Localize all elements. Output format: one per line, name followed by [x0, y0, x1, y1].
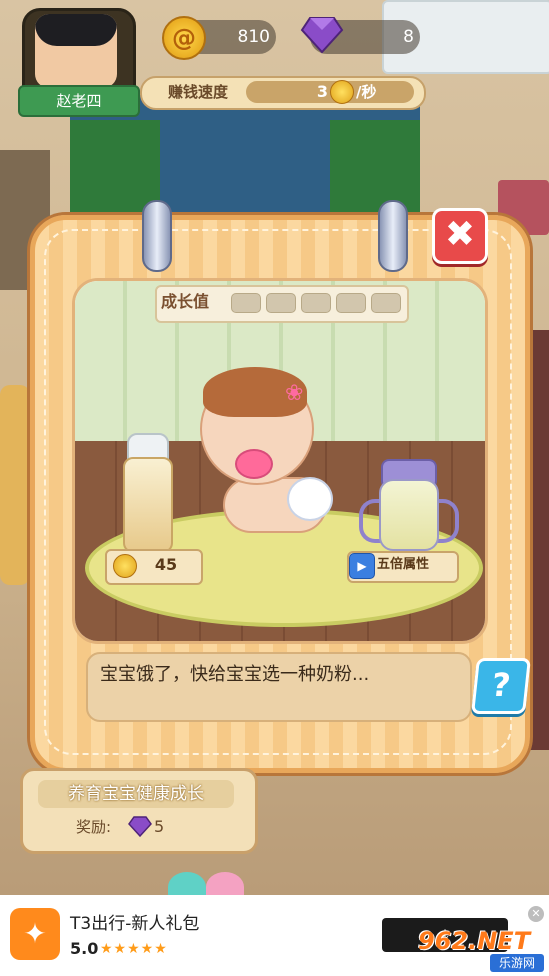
- quest-title: 养育宝宝健康成长: [68, 784, 204, 804]
- growth-label: 成长值: [161, 292, 210, 311]
- earning-speed-unit: /秒: [356, 83, 377, 101]
- giraffe-toy: [0, 385, 30, 585]
- binder-ring-left: [142, 200, 172, 272]
- coin-icon: [330, 80, 354, 104]
- baby-diaper: [287, 477, 333, 521]
- ad-stars: ★★★★★: [100, 941, 168, 957]
- coin-icon: [113, 554, 137, 578]
- avatar-hair: [35, 14, 117, 46]
- growth-slot: [371, 293, 401, 313]
- fivex-attribute-label: 五倍属性: [377, 557, 430, 572]
- watermark: 962.NET: [418, 927, 531, 955]
- growth-slot: [231, 293, 261, 313]
- baby-scene: 成长值 ❀ 45 ▶ 五倍属性: [72, 278, 488, 644]
- video-icon: ▶: [349, 553, 375, 579]
- earning-speed-value: 3: [316, 82, 328, 101]
- watermark-sub: 乐游网: [490, 954, 544, 972]
- coin-value: 810: [237, 27, 270, 47]
- growth-slot: [266, 293, 296, 313]
- growth-slot: [336, 293, 366, 313]
- growth-slot: [301, 293, 331, 313]
- gem-icon: [300, 17, 344, 54]
- price-value: 45: [154, 555, 178, 574]
- reward-value: 5: [154, 817, 165, 836]
- player-name: 赵老四: [18, 85, 140, 117]
- ad-close-icon[interactable]: ✕: [528, 906, 544, 922]
- ad-rating: 5.0: [70, 939, 99, 958]
- help-button[interactable]: ?: [471, 658, 531, 714]
- close-button[interactable]: ✖: [432, 208, 488, 264]
- gem-value: 8: [403, 27, 414, 47]
- milk-bottle-right[interactable]: [379, 479, 439, 551]
- close-icon: ✖: [444, 214, 476, 255]
- milk-bottle-left[interactable]: [123, 457, 173, 553]
- reward-label: 奖励:: [76, 818, 112, 836]
- app-logo-icon[interactable]: ✦: [10, 908, 60, 960]
- pacifier-icon: [235, 449, 273, 479]
- binder-ring-right: [378, 200, 408, 272]
- avatar[interactable]: [35, 14, 117, 88]
- help-icon: ?: [489, 666, 513, 704]
- message-text: 宝宝饿了，快给宝宝选一种奶粉...: [100, 664, 370, 685]
- ad-title[interactable]: T3出行-新人礼包: [70, 912, 290, 936]
- earning-speed-label: 赚钱速度: [168, 83, 229, 101]
- coin-icon: @: [162, 16, 206, 60]
- gem-icon: [128, 816, 152, 837]
- hair-bow-icon: ❀: [285, 381, 304, 406]
